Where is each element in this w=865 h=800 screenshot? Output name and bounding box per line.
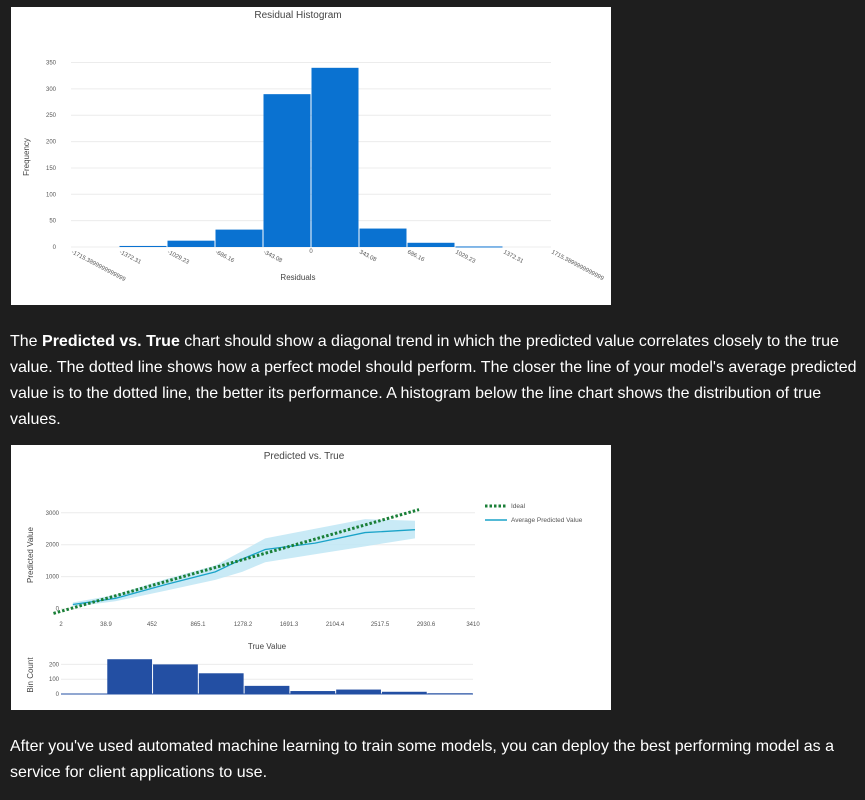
chart-title: Residual Histogram (254, 10, 341, 21)
histogram-bar (359, 228, 407, 247)
predicted-vs-true-chart: Predicted vs. True Predicted Value True … (11, 445, 611, 710)
histogram-bar (263, 94, 311, 247)
bin-bar (336, 689, 381, 694)
y-tick-label: 350 (46, 61, 57, 67)
y-tick-label: 250 (46, 113, 57, 119)
chart-title: Predicted vs. True (264, 451, 345, 462)
x-tick-label: 452 (147, 622, 158, 628)
para1-pre: The (10, 333, 43, 350)
x-tick-label: -343.08 (262, 249, 283, 264)
x-tick-label: 0 (309, 249, 313, 255)
bin-bar (381, 691, 427, 694)
x-tick-label: 686.16 (406, 249, 426, 263)
y-axis-label: Frequency (22, 138, 31, 176)
x-tick-label: 1372.31 (502, 249, 525, 265)
x-tick-label: 2 (59, 622, 63, 628)
para1-bold: Predicted vs. True (42, 333, 180, 350)
bin-bar (198, 673, 244, 694)
y-tick-label: 300 (46, 87, 57, 93)
bin-y-tick-label: 100 (49, 677, 60, 683)
y-tick-label: 100 (46, 192, 57, 198)
bin-bar (153, 664, 198, 694)
y-tick-label: 200 (46, 140, 57, 146)
x-tick-label: -1372.31 (118, 249, 142, 266)
x-tick-label: 343.08 (358, 249, 378, 263)
bin-count-label: Bin Count (26, 657, 35, 693)
x-tick-label: -1029.23 (166, 249, 190, 266)
bin-bar (107, 659, 153, 694)
histogram-bar (215, 229, 263, 247)
x-tick-label: 865.1 (190, 622, 206, 628)
x-tick-label: 2517.5 (371, 622, 390, 628)
x-tick-label: 3410 (466, 622, 480, 628)
x-tick-label: 38.9 (100, 622, 112, 628)
x-tick-label: 2104.4 (326, 622, 345, 628)
bin-bar (427, 693, 473, 694)
x-tick-label: 1029.23 (454, 249, 477, 265)
histogram-bar (119, 245, 167, 247)
y-tick-label: 50 (49, 219, 56, 225)
residual-histogram-svg: Residual Histogram Frequency Residuals 0… (22, 10, 605, 283)
bin-y-tick-label: 200 (49, 662, 60, 668)
bin-bar (290, 691, 336, 694)
bin-bar (244, 685, 290, 694)
histogram-bar (167, 240, 215, 247)
y-axis-label: Predicted Value (26, 527, 35, 583)
histogram-bar (455, 246, 503, 248)
legend-ideal-label: Ideal (511, 503, 526, 510)
predicted-vs-true-description: The Predicted vs. True chart should show… (10, 329, 860, 433)
deployment-description: After you've used automated machine lear… (10, 738, 834, 781)
x-tick-label: 1691.3 (280, 622, 299, 628)
x-axis-label: Residuals (280, 273, 315, 282)
x-tick-label: 1715.3899999999999 (550, 249, 605, 282)
x-axis-label: True Value (248, 642, 287, 651)
predicted-vs-true-svg: Predicted vs. True Predicted Value True … (26, 451, 583, 698)
y-tick-label: 3000 (46, 511, 60, 517)
bin-y-tick-label: 0 (56, 692, 60, 698)
residual-histogram-chart: Residual Histogram Frequency Residuals 0… (11, 7, 611, 305)
histogram-bar (407, 242, 455, 247)
x-tick-label: 1278.2 (234, 622, 253, 628)
histogram-bar (311, 67, 359, 247)
y-tick-label: 1000 (46, 575, 60, 581)
legend-average-label: Average Predicted Value (511, 517, 583, 524)
y-tick-label: 150 (46, 166, 57, 172)
x-tick-label: 2930.6 (417, 622, 436, 628)
y-tick-label: 0 (53, 245, 57, 251)
x-tick-label: -686.16 (214, 249, 235, 264)
y-tick-label: 2000 (46, 543, 60, 549)
